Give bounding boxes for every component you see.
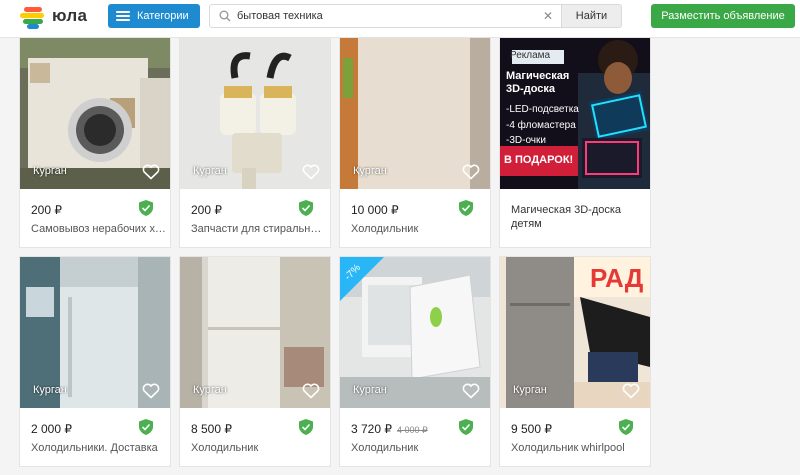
favorite-heart-icon[interactable] — [142, 164, 160, 180]
favorite-heart-icon[interactable] — [622, 383, 640, 399]
listing-info: 200 ₽ Запчасти для стиральной машины — [180, 189, 330, 247]
ad-info: Магическая 3D-доска детям — [500, 189, 650, 247]
clear-search-icon[interactable]: ✕ — [543, 9, 553, 23]
listing-price: 3 720 ₽ — [351, 422, 392, 436]
listing-price: 8 500 ₽ — [191, 422, 232, 436]
listing-city: Курган — [353, 165, 387, 177]
listing-title: Самовывоз нерабочих холодильников — [31, 223, 167, 235]
listing-price: 200 ₽ — [31, 203, 62, 217]
categories-button[interactable]: Категории — [108, 4, 200, 28]
verified-shield-icon — [619, 419, 633, 435]
listing-city: Курган — [33, 384, 67, 396]
post-ad-button[interactable]: Разместить объявление — [651, 4, 795, 28]
listing-photo: Курган — [20, 38, 170, 189]
listing-title: Холодильник — [351, 223, 419, 235]
listing-card[interactable]: Курган 200 ₽ Самовывоз нерабочих холодил… — [19, 37, 171, 248]
logo-mark-icon — [20, 5, 46, 29]
listing-title: Запчасти для стиральной машины — [191, 223, 327, 235]
ad-title: Магическая 3D-доска детям — [511, 204, 622, 230]
categories-label: Категории — [137, 10, 189, 22]
banner-text: РАД — [590, 263, 644, 293]
ad-gift-label: в подарок! — [504, 154, 574, 166]
ad-card[interactable]: Реклама Магическая 3D-доска -LED-подсвет… — [499, 37, 651, 248]
search-value: бытовая техника — [237, 10, 323, 22]
listing-title: Холодильник — [351, 442, 419, 454]
listing-old-price: 4 000 ₽ — [397, 425, 428, 435]
listing-photo: РАД Курган — [500, 257, 650, 408]
listing-city: Курган — [193, 165, 227, 177]
verified-shield-icon — [139, 419, 153, 435]
listing-info: 3 720 ₽ 4 000 ₽ Холодильник — [340, 408, 490, 466]
listing-card[interactable]: Курган 8 500 ₽ Холодильник — [179, 256, 331, 467]
listing-title: Холодильник — [191, 442, 259, 454]
listing-card[interactable]: Курган 10 000 ₽ Холодильник — [339, 37, 491, 248]
listing-price-wrap: 3 720 ₽ 4 000 ₽ — [351, 422, 428, 436]
listing-card[interactable]: РАД Курган 9 500 ₽ Холодильник whirlpool — [499, 256, 651, 467]
listing-title: Холодильник whirlpool — [511, 442, 625, 454]
listing-price: 9 500 ₽ — [511, 422, 552, 436]
verified-shield-icon — [459, 200, 473, 216]
listing-city: Курган — [33, 165, 67, 177]
listing-photo: Курган — [20, 257, 170, 408]
listing-photo: -7% Курган — [340, 257, 490, 408]
favorite-heart-icon[interactable] — [142, 383, 160, 399]
listing-city: Курган — [513, 384, 547, 396]
listing-card[interactable]: -7% Курган 3 720 ₽ 4 000 ₽ Холодильник — [339, 256, 491, 467]
listing-info: 10 000 ₽ Холодильник — [340, 189, 490, 247]
ad-photo: Реклама Магическая 3D-доска -LED-подсвет… — [500, 38, 650, 189]
favorite-heart-icon[interactable] — [462, 164, 480, 180]
favorite-heart-icon[interactable] — [302, 164, 320, 180]
listing-price: 200 ₽ — [191, 203, 222, 217]
ad-feature-3: -3D-очки — [506, 135, 546, 146]
verified-shield-icon — [459, 419, 473, 435]
listing-card[interactable]: Курган 200 ₽ Запчасти для стиральной маш… — [179, 37, 331, 248]
ad-feature-2: -4 фломастера — [506, 120, 576, 131]
find-button[interactable]: Найти — [562, 4, 622, 28]
ad-heading: Магическая 3D-доска — [506, 70, 570, 95]
logo-text: юла — [52, 6, 88, 25]
listing-photo: Курган — [180, 257, 330, 408]
favorite-heart-icon[interactable] — [462, 383, 480, 399]
listing-photo: Курган — [340, 38, 490, 189]
verified-shield-icon — [299, 419, 313, 435]
top-header: юла Категории бытовая техника ✕ Найти Ра… — [0, 0, 800, 38]
listing-info: 2 000 ₽ Холодильники. Доставка — [20, 408, 170, 466]
listing-card[interactable]: Курган 2 000 ₽ Холодильники. Доставка — [19, 256, 171, 467]
ad-feature-1: -LED-подсветка — [506, 104, 579, 115]
ad-badge: Реклама — [510, 50, 551, 61]
listing-info: 200 ₽ Самовывоз нерабочих холодильников — [20, 189, 170, 247]
listing-title: Холодильники. Доставка — [31, 442, 158, 454]
listing-city: Курган — [193, 384, 227, 396]
listing-price: 10 000 ₽ — [351, 203, 399, 217]
listing-city: Курган — [353, 384, 387, 396]
verified-shield-icon — [139, 200, 153, 216]
listing-info: 9 500 ₽ Холодильник whirlpool — [500, 408, 650, 466]
listing-price: 2 000 ₽ — [31, 422, 72, 436]
menu-icon — [116, 11, 130, 21]
logo[interactable]: юла — [20, 4, 88, 29]
favorite-heart-icon[interactable] — [302, 383, 320, 399]
search-input[interactable]: бытовая техника ✕ — [209, 4, 562, 28]
verified-shield-icon — [299, 200, 313, 216]
listing-info: 8 500 ₽ Холодильник — [180, 408, 330, 466]
listing-photo: Курган — [180, 38, 330, 189]
search-icon — [219, 10, 231, 22]
